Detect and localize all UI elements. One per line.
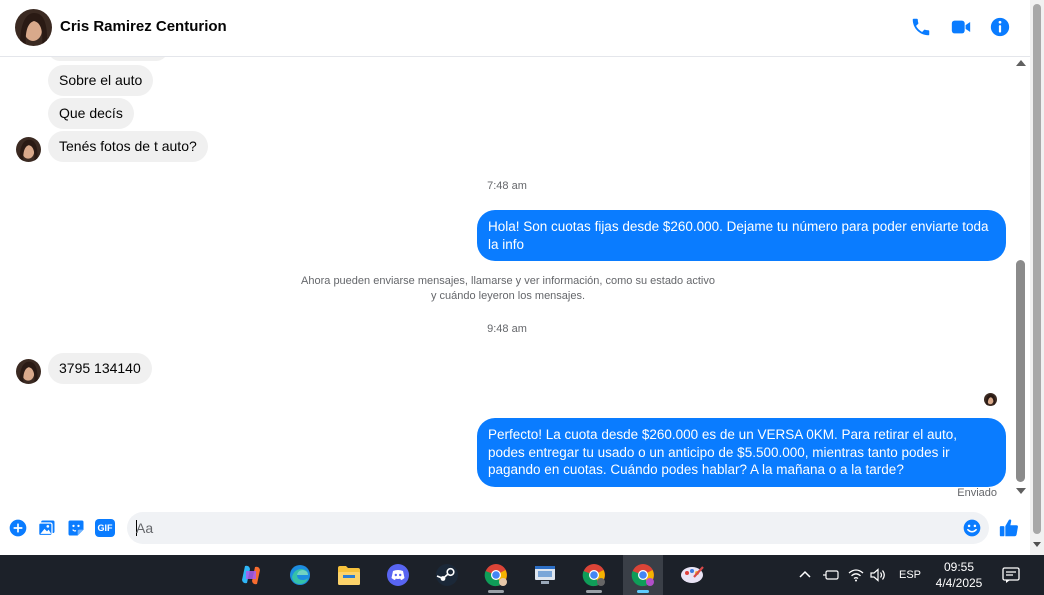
taskbar-file-explorer[interactable] bbox=[329, 555, 369, 595]
gif-button[interactable]: GIF bbox=[95, 519, 115, 537]
tray-language[interactable]: ESP bbox=[899, 555, 921, 595]
battery-plug-icon bbox=[823, 570, 839, 580]
tray-volume[interactable] bbox=[870, 555, 886, 595]
video-call-icon[interactable] bbox=[950, 16, 972, 38]
attach-photo-icon[interactable] bbox=[37, 518, 57, 538]
chrome-icon bbox=[631, 564, 654, 587]
taskbar-edge[interactable] bbox=[280, 555, 320, 595]
message-timestamp: 9:48 am bbox=[487, 323, 527, 335]
message-composer: GIF bbox=[0, 508, 1030, 550]
page-scroll-thumb[interactable] bbox=[1033, 4, 1041, 534]
seen-avatar bbox=[984, 393, 997, 406]
message-timestamp: 7:48 am bbox=[487, 180, 527, 192]
sticker-icon[interactable] bbox=[66, 518, 86, 538]
like-thumbs-up-icon[interactable] bbox=[998, 517, 1020, 539]
taskbar-chrome-1[interactable] bbox=[476, 555, 516, 595]
contact-avatar[interactable] bbox=[15, 9, 52, 46]
paint-palette-icon bbox=[681, 566, 704, 583]
taskbar-chrome-2[interactable] bbox=[574, 555, 614, 595]
running-indicator bbox=[586, 590, 602, 593]
tray-clock[interactable]: 09:55 4/4/2025 bbox=[928, 559, 990, 591]
system-notice: Ahora pueden enviarse mensajes, llamarse… bbox=[258, 274, 758, 304]
message-list: Sobre el auto Que decís Tenés fotos de t… bbox=[0, 57, 1014, 505]
message-incoming[interactable]: Tenés fotos de t auto? bbox=[48, 131, 208, 162]
taskbar-steam[interactable] bbox=[427, 555, 467, 595]
steam-icon bbox=[436, 564, 458, 586]
sender-avatar[interactable] bbox=[16, 359, 41, 384]
clock-date: 4/4/2025 bbox=[935, 576, 983, 590]
folder-icon bbox=[338, 566, 360, 585]
page-scroll-down-arrow-icon[interactable] bbox=[1033, 542, 1041, 547]
speaker-icon bbox=[870, 568, 885, 582]
message-scrollbar[interactable] bbox=[1014, 57, 1028, 500]
scroll-down-arrow-icon[interactable] bbox=[1016, 488, 1026, 494]
taskbar-discord[interactable] bbox=[378, 555, 418, 595]
edge-browser-icon bbox=[290, 565, 310, 585]
sent-status: Enviado bbox=[957, 487, 997, 499]
clock-time: 09:55 bbox=[943, 560, 975, 574]
message-input[interactable] bbox=[136, 518, 946, 538]
message-input-wrapper[interactable] bbox=[127, 512, 989, 544]
message-outgoing[interactable]: Perfecto! La cuota desde $260.000 es de … bbox=[477, 418, 1006, 487]
messenger-window: Cris Ramirez Centurion Sobre el auto Que… bbox=[0, 0, 1044, 595]
tray-notifications[interactable] bbox=[1002, 555, 1020, 595]
sender-avatar[interactable] bbox=[16, 137, 41, 162]
emoji-icon[interactable] bbox=[962, 518, 982, 538]
discord-icon bbox=[387, 564, 409, 586]
more-actions-plus-icon[interactable] bbox=[8, 518, 28, 538]
copilot-icon bbox=[242, 565, 260, 585]
notification-icon bbox=[1002, 567, 1020, 583]
info-icon[interactable] bbox=[989, 16, 1011, 38]
active-indicator bbox=[637, 590, 649, 593]
message-bubble-partial[interactable] bbox=[48, 57, 168, 61]
contact-name[interactable]: Cris Ramirez Centurion bbox=[60, 18, 227, 35]
chrome-icon bbox=[484, 564, 507, 587]
taskbar-network-app[interactable] bbox=[525, 555, 565, 595]
scroll-up-arrow-icon[interactable] bbox=[1016, 60, 1026, 66]
taskbar-paint-app[interactable] bbox=[672, 555, 712, 595]
show-hidden-icons[interactable] bbox=[798, 555, 812, 595]
scroll-thumb[interactable] bbox=[1016, 260, 1025, 482]
windows-taskbar: ESP 09:55 4/4/2025 bbox=[0, 555, 1044, 595]
message-incoming[interactable]: Que decís bbox=[48, 98, 134, 129]
message-incoming[interactable]: Sobre el auto bbox=[48, 65, 154, 96]
chat-header: Cris Ramirez Centurion bbox=[0, 0, 1044, 57]
running-indicator bbox=[488, 590, 504, 593]
page-scrollbar[interactable] bbox=[1030, 0, 1044, 555]
system-notice-line: Ahora pueden enviarse mensajes, llamarse… bbox=[301, 275, 715, 287]
system-notice-line: y cuándo leyeron los mensajes. bbox=[430, 290, 586, 302]
taskbar-copilot[interactable] bbox=[231, 555, 271, 595]
taskbar-chrome-3-active[interactable] bbox=[623, 555, 663, 595]
tray-wifi[interactable] bbox=[848, 555, 864, 595]
chrome-icon bbox=[582, 564, 605, 587]
phone-call-icon[interactable] bbox=[910, 16, 932, 38]
wifi-icon bbox=[848, 569, 864, 582]
computer-window-icon bbox=[535, 566, 555, 584]
message-outgoing[interactable]: Hola! Son cuotas fijas desde $260.000. D… bbox=[477, 210, 1006, 261]
tray-battery[interactable] bbox=[822, 555, 840, 595]
chevron-up-icon bbox=[799, 570, 811, 578]
message-incoming[interactable]: 3795 134140 bbox=[48, 353, 152, 384]
